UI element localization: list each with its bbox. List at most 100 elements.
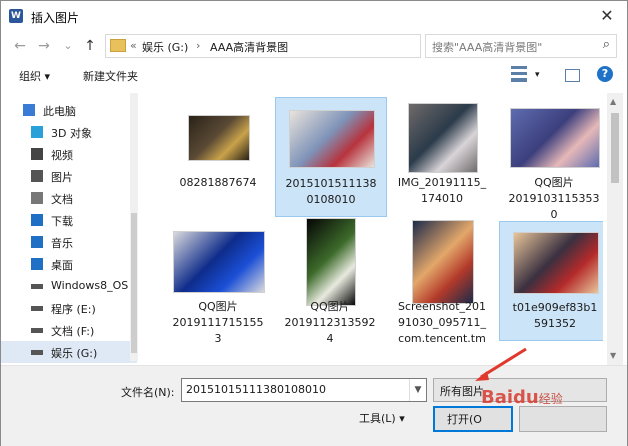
file-item[interactable]: QQ图片 2019111715155 3 — [163, 221, 273, 345]
desktop-icon — [31, 258, 43, 270]
sidebar-item-label: Windows8_OS — [51, 279, 129, 292]
sidebar-item[interactable]: 此电脑 — [0, 99, 129, 121]
file-item[interactable]: t01e909ef83b1 591352 — [499, 221, 603, 341]
video-icon — [31, 148, 43, 160]
document-icon — [31, 192, 43, 204]
image-thumbnail — [188, 115, 250, 161]
insert-picture-dialog: W 插入图片 ✕ ← → ⌄ ↑ « 娱乐 (G:) › AAA高清背景图 ⌄ … — [0, 0, 628, 446]
view-dropdown-icon[interactable]: ▾ — [535, 70, 540, 80]
sidebar-item[interactable]: 文档 (F:) — [1, 319, 137, 341]
drive-icon — [31, 284, 43, 289]
tools-button[interactable]: 工具(L) ▾ — [359, 410, 405, 426]
navigation-scrollbar[interactable] — [130, 93, 138, 361]
file-name-line: 2019111715155 — [172, 316, 264, 329]
cube-icon — [31, 126, 43, 138]
sidebar-item[interactable]: 音乐 — [1, 231, 137, 253]
sidebar-item[interactable]: 程序 (E:) — [1, 297, 137, 319]
baidu-watermark-logo: Baidu经验 — [481, 387, 563, 408]
sidebar-item[interactable]: 3D 对象 — [1, 121, 137, 143]
sidebar-item-label: 此电脑 — [43, 105, 76, 118]
scroll-up-icon[interactable]: ▲ — [610, 97, 616, 106]
breadcrumb-overflow[interactable]: « — [130, 39, 137, 52]
file-name-line: 174010 — [421, 192, 463, 205]
sidebar-item[interactable]: Windows8_OS — [1, 275, 137, 297]
search-icon[interactable]: ⌕ — [603, 37, 610, 52]
filename-value[interactable]: 20151015111380108010 — [186, 383, 326, 396]
breadcrumb-drive[interactable]: 娱乐 (G:) — [142, 39, 188, 55]
help-icon[interactable]: ? — [597, 66, 613, 82]
scrollbar-thumb[interactable] — [611, 113, 619, 183]
file-list-scrollbar[interactable]: ▲ ▼ — [607, 93, 623, 365]
filename-dropdown-icon[interactable]: ▼ — [409, 379, 426, 401]
file-name-line: 591352 — [534, 317, 576, 330]
file-list: 08281887674 2015101511138 0108010 IMG_20191… — [143, 93, 603, 365]
file-item[interactable]: IMG_20191115_ 174010 — [387, 97, 497, 215]
organize-button[interactable]: 组织 ▾ — [19, 68, 50, 84]
search-placeholder: 搜索"AAA高清背景图" — [432, 41, 543, 54]
file-name-line: 2019112313592 — [284, 316, 376, 329]
file-name-line: IMG_20191115_ — [397, 176, 487, 189]
file-name-line: 3 — [214, 332, 222, 345]
file-name-line: 08281887674 — [179, 176, 257, 189]
breadcrumb-folder[interactable]: AAA高清背景图 — [210, 39, 288, 55]
scrollbar-thumb[interactable] — [131, 213, 137, 353]
back-button[interactable]: ← — [11, 37, 29, 55]
sidebar-item-label: 程序 (E:) — [51, 303, 96, 316]
pc-icon — [23, 104, 35, 116]
open-button[interactable]: 打开(O — [433, 406, 513, 432]
file-name-line: QQ图片 — [310, 300, 350, 313]
annotation-arrow — [475, 347, 527, 381]
file-item[interactable]: QQ图片 2019112313592 4 — [275, 218, 385, 345]
view-options-icon[interactable] — [511, 66, 527, 82]
address-bar[interactable]: « 娱乐 (G:) › AAA高清背景图 ⌄ ↻ — [105, 34, 511, 58]
file-item[interactable]: 2015101511138 0108010 — [275, 97, 387, 217]
open-button-label: 打开(O — [447, 413, 482, 426]
filename-label: 文件名(N): — [121, 386, 175, 399]
file-type-value[interactable]: 所有图片 — [440, 383, 484, 399]
preview-pane-icon[interactable] — [565, 69, 580, 82]
sidebar-item-label: 图片 — [51, 171, 73, 184]
word-app-icon: W — [9, 9, 23, 23]
image-thumbnail — [173, 231, 265, 293]
recent-locations-button[interactable]: ⌄ — [59, 37, 77, 55]
music-icon — [31, 236, 43, 248]
file-item[interactable]: Screenshot_201 91030_095711_ com.tencent.t… — [387, 220, 497, 345]
sidebar-item-label: 文档 — [51, 193, 73, 206]
sidebar-item[interactable]: 桌面 — [1, 253, 137, 275]
file-name-line: 91030_095711_ — [398, 316, 486, 329]
navigation-pane: 此电脑 3D 对象视频图片文档下载音乐桌面 Windows8_OS 程序 (E:) 文档… — [1, 93, 137, 365]
image-thumbnail — [513, 232, 599, 294]
sidebar-item[interactable]: 下载 — [1, 209, 137, 231]
sidebar-item-label: 下载 — [51, 215, 73, 228]
folder-icon — [110, 39, 126, 52]
image-thumbnail — [306, 218, 356, 306]
sidebar-item-label: 桌面 — [51, 259, 73, 272]
sidebar-item[interactable]: 图片 — [1, 165, 137, 187]
file-name-line: Screenshot_201 — [397, 300, 487, 313]
command-bar: 组织 ▾ 新建文件夹 ▾ ? — [1, 63, 627, 87]
cancel-button[interactable] — [519, 406, 607, 432]
file-name-line: 4 — [326, 332, 334, 345]
file-name-line: QQ图片 — [534, 176, 574, 189]
file-name-line: t01e909ef83b1 — [512, 301, 598, 314]
file-name-line: 2019103115353 — [508, 192, 600, 205]
sidebar-item-label: 视频 — [51, 149, 73, 162]
sidebar-item-label: 3D 对象 — [51, 127, 92, 140]
sidebar-item[interactable]: 娱乐 (G:) — [1, 341, 137, 363]
file-item[interactable]: QQ图片 2019103115353 0 — [499, 97, 603, 221]
file-name-line: QQ图片 — [198, 300, 238, 313]
forward-button[interactable]: → — [35, 37, 53, 55]
sidebar-item[interactable]: 文档 — [1, 187, 137, 209]
file-name-line: 2015101511138 — [285, 177, 377, 190]
file-item[interactable]: 08281887674 — [163, 97, 273, 215]
drive-icon — [31, 306, 43, 311]
search-box[interactable]: 搜索"AAA高清背景图" ⌕ — [425, 34, 617, 58]
new-folder-button[interactable]: 新建文件夹 — [83, 68, 138, 84]
sidebar-item[interactable]: 视频 — [1, 143, 137, 165]
scroll-down-icon[interactable]: ▼ — [610, 351, 616, 360]
filename-input[interactable]: 20151015111380108010 ▼ — [181, 378, 427, 402]
image-thumbnail — [289, 110, 375, 168]
close-button[interactable]: ✕ — [593, 5, 621, 27]
up-button[interactable]: ↑ — [81, 37, 99, 55]
breadcrumb-separator[interactable]: › — [196, 39, 200, 52]
